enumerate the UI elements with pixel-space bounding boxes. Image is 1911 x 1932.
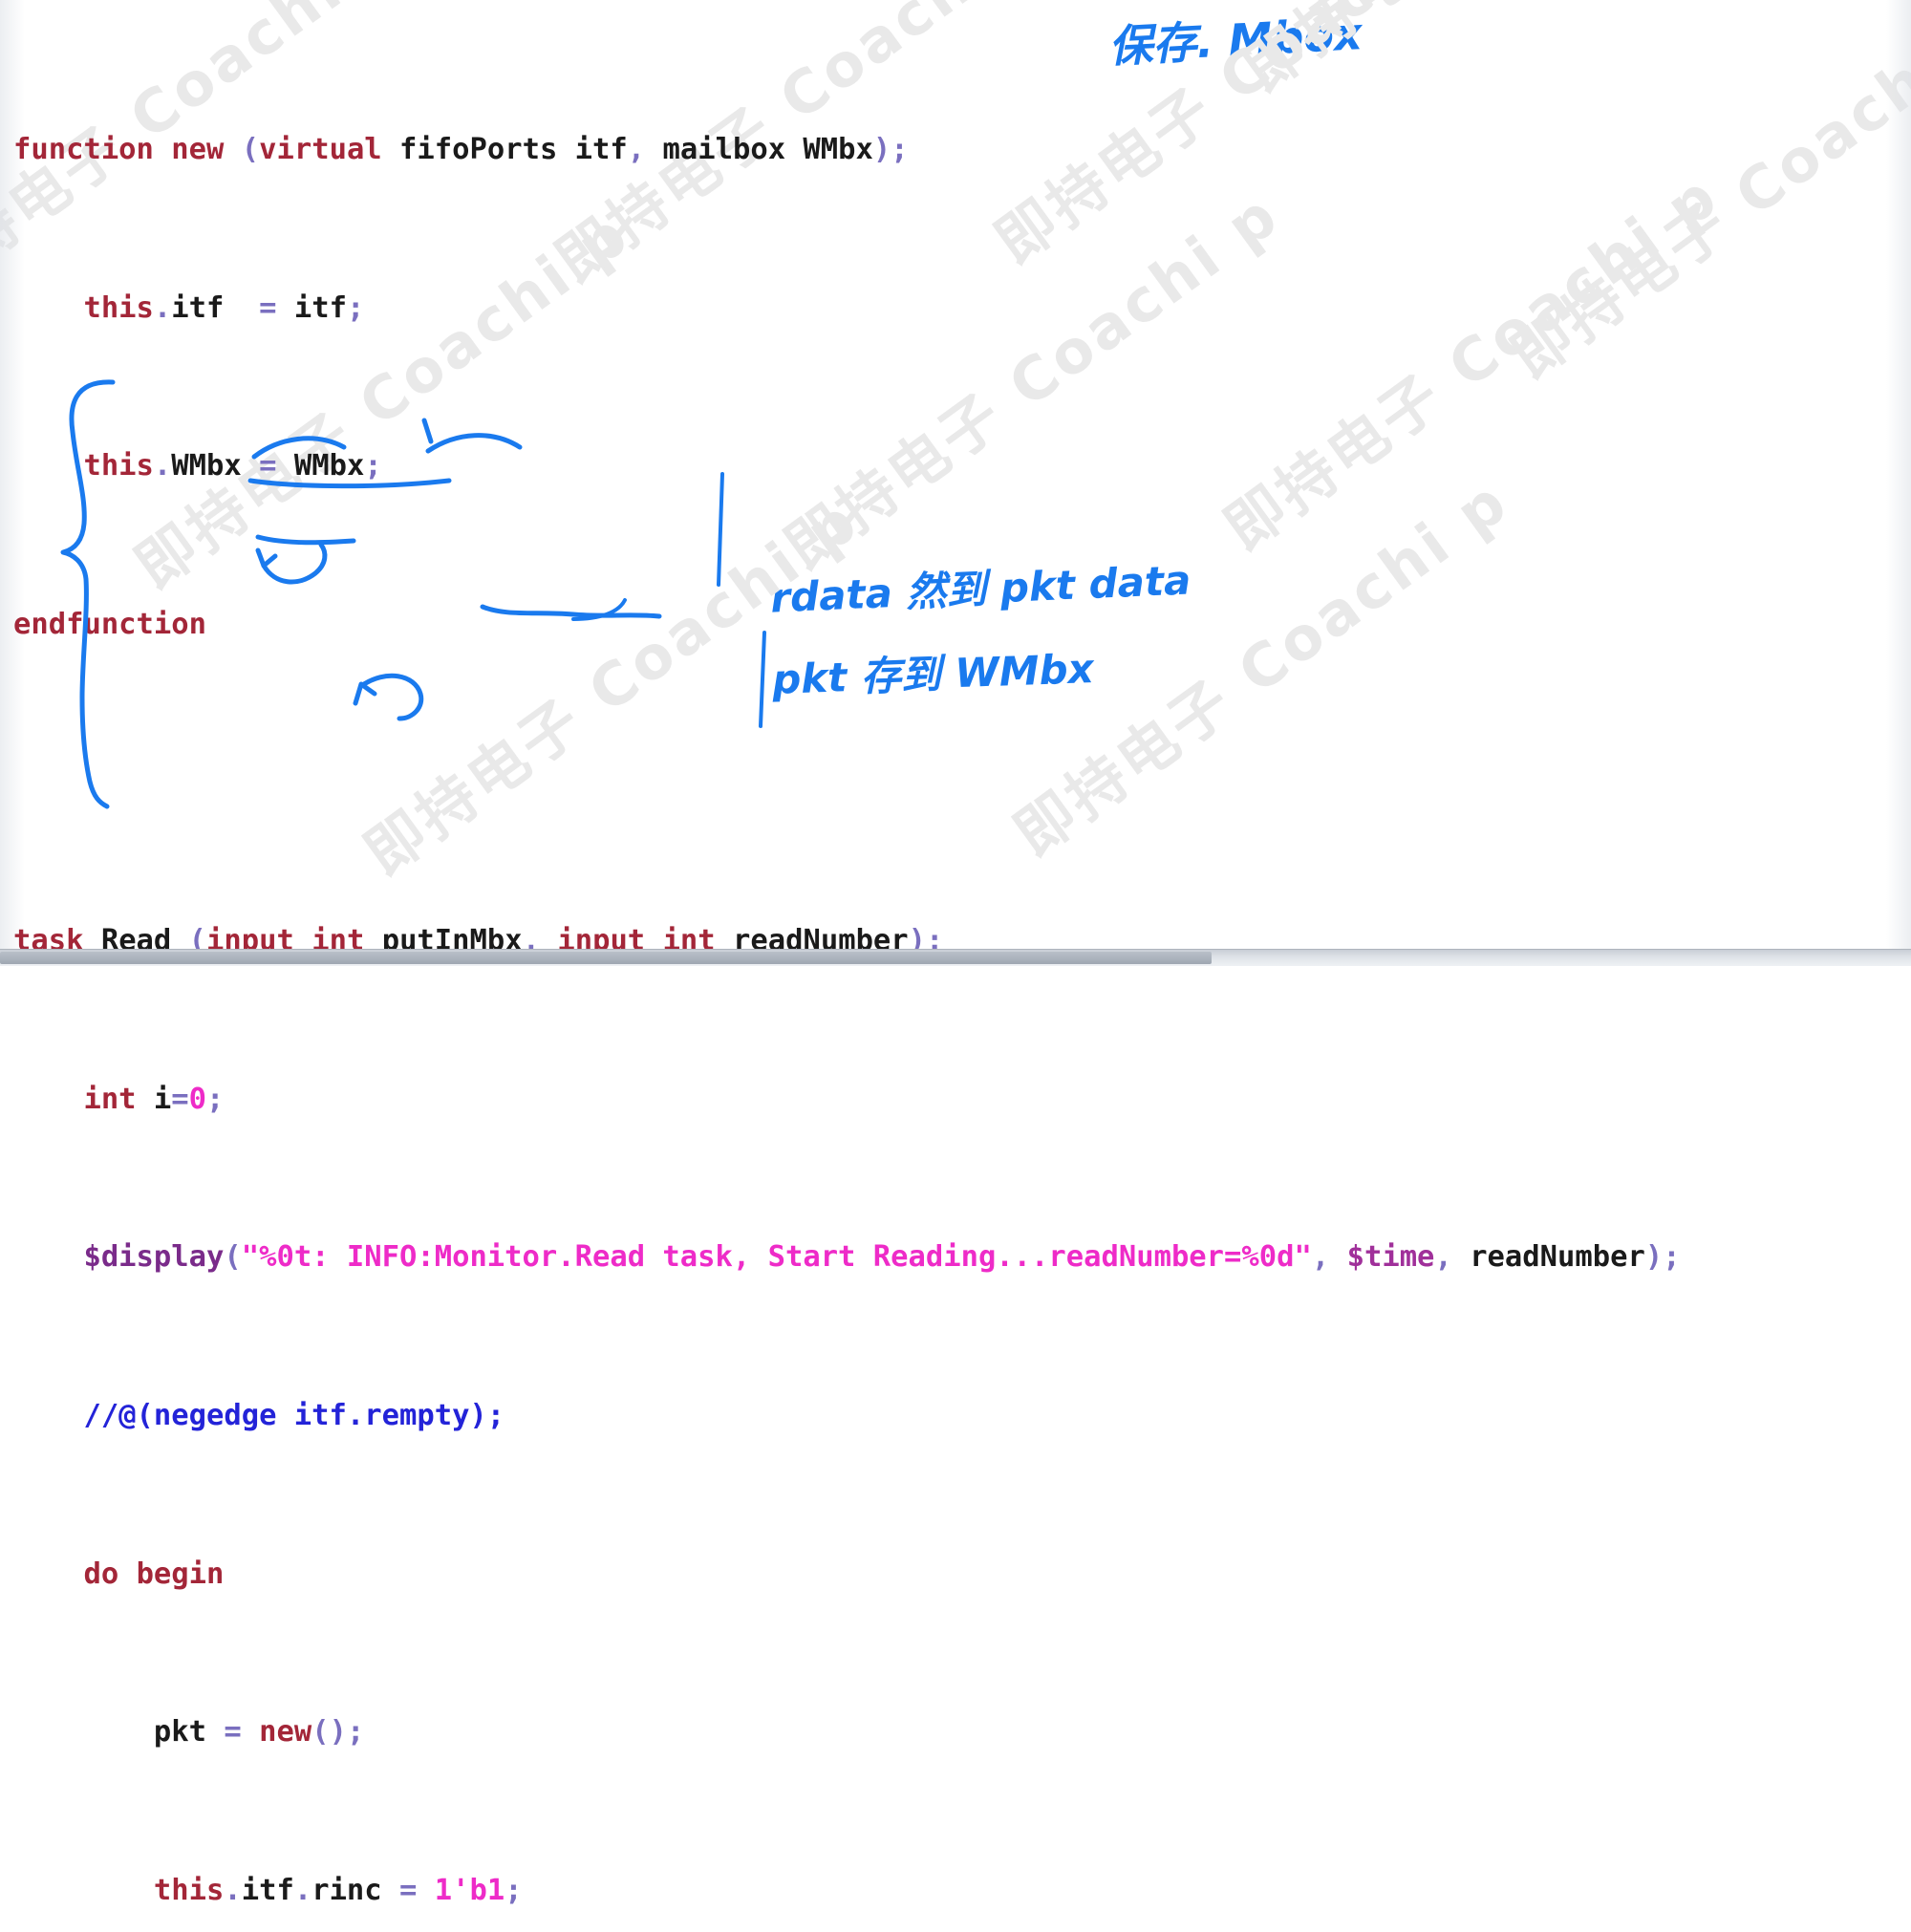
horizontal-scrollbar[interactable] bbox=[0, 949, 1911, 966]
code-block: function new (virtual fifoPorts itf, mai… bbox=[0, 0, 1681, 1932]
code-line: this.itf.rinc = 1'b1; bbox=[153, 1873, 523, 1907]
code-line: do begin bbox=[83, 1556, 225, 1591]
code-line: endfunction bbox=[13, 608, 206, 642]
code-line: int i=0; bbox=[83, 1082, 225, 1116]
code-line: $display("%0t: INFO:Monitor.Read task, S… bbox=[83, 1240, 1681, 1275]
code-line: pkt = new(); bbox=[153, 1715, 365, 1750]
page-edge-right bbox=[1886, 0, 1911, 950]
code-line: this.itf = itf; bbox=[83, 290, 365, 325]
code-line: this.WMbx = WMbx; bbox=[83, 449, 382, 483]
scrollbar-thumb[interactable] bbox=[0, 952, 1212, 964]
code-line: function new (virtual fifoPorts itf, mai… bbox=[13, 133, 909, 167]
code-line-comment: //@(negedge itf.rempty); bbox=[83, 1399, 505, 1433]
